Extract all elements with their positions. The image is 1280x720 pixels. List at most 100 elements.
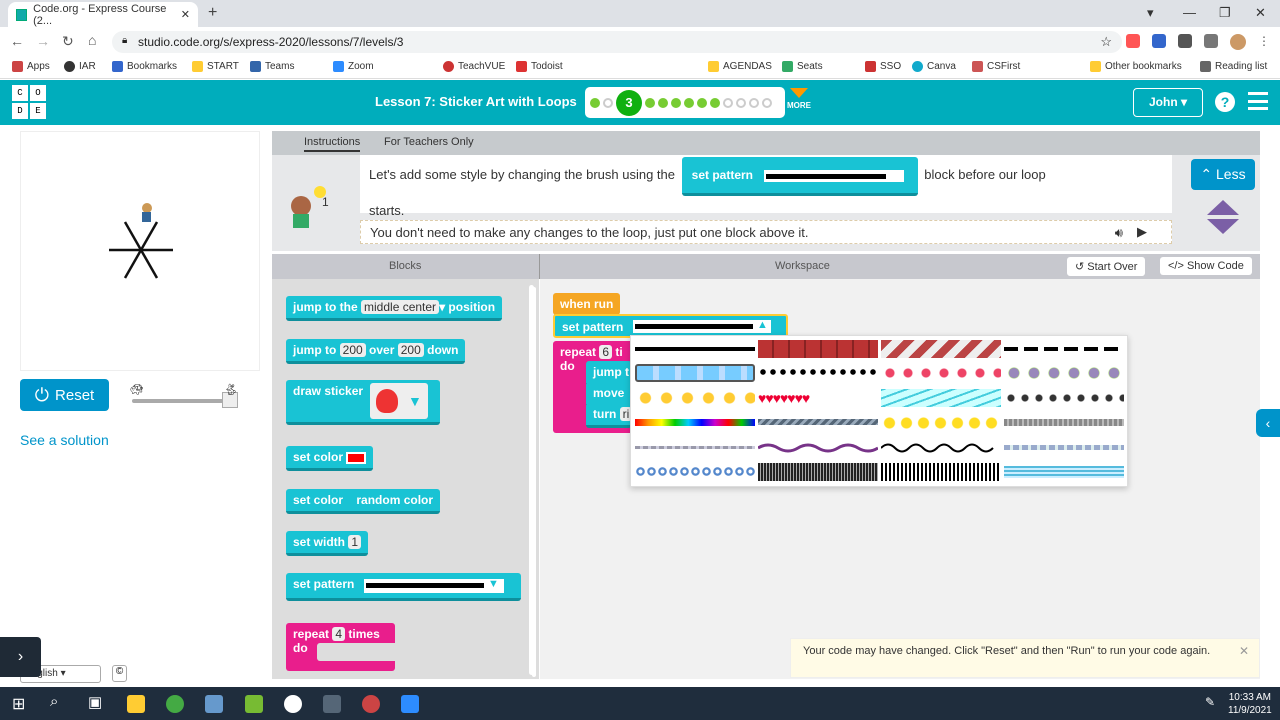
collapse-right-panel-button[interactable]: ‹ <box>1256 409 1280 437</box>
pattern-option-sunflowers[interactable] <box>635 389 755 407</box>
forward-icon[interactable]: → <box>36 33 50 49</box>
see-solution-link[interactable]: See a solution <box>20 432 109 448</box>
set-random-color-block[interactable]: set color random color <box>286 489 441 514</box>
more-button[interactable]: MORE <box>787 88 811 110</box>
pattern-option-black-wave[interactable] <box>880 439 1001 457</box>
pattern-option-light-wave[interactable] <box>635 439 755 457</box>
hamburger-menu-icon[interactable] <box>1248 92 1268 110</box>
close-tab-icon[interactable]: ✕ <box>181 8 190 21</box>
start-over-button[interactable]: ↺ Start Over <box>1067 257 1146 276</box>
bookmark-todoist[interactable]: Todoist <box>516 61 563 72</box>
bookmark-agendas[interactable]: AGENDAS <box>708 61 772 72</box>
bookmark-zoom[interactable]: Zoom <box>333 61 374 72</box>
bookmark-other[interactable]: Other bookmarks <box>1090 61 1182 72</box>
window-close-icon[interactable]: ✕ <box>1255 5 1266 21</box>
pattern-option-hearts[interactable]: ♥♥♥♥♥♥♥ <box>758 389 878 407</box>
url-field[interactable]: 🔒︎ studio.code.org/s/express-2020/lesson… <box>112 31 1122 53</box>
pattern-option-pawprints[interactable] <box>1004 389 1124 407</box>
reading-list[interactable]: Reading list <box>1200 61 1267 72</box>
jump-to-position-block[interactable]: jump to the middle center ▾ position <box>286 296 503 321</box>
pattern-dropdown[interactable]: ▼ <box>364 578 504 593</box>
pattern-option-solid[interactable] <box>635 340 755 358</box>
new-tab-icon[interactable]: + <box>208 4 217 22</box>
level-dot[interactable] <box>671 97 681 108</box>
bookmark-star-icon[interactable]: ☆ <box>1100 34 1112 50</box>
pattern-option-brick[interactable] <box>758 340 878 358</box>
pattern-option-rope[interactable] <box>758 414 878 432</box>
bookmark-sso[interactable]: SSO <box>865 61 901 72</box>
level-dot[interactable] <box>603 97 613 108</box>
show-code-button[interactable]: </> Show Code <box>1160 257 1252 275</box>
pattern-option-flowers[interactable] <box>881 364 1001 382</box>
reload-icon[interactable]: ↻ <box>62 33 74 50</box>
puzzle-icon[interactable] <box>1178 34 1192 48</box>
app-icon[interactable] <box>205 695 223 713</box>
chrome-icon[interactable] <box>166 695 184 713</box>
set-width-block[interactable]: set width 1 <box>286 531 369 556</box>
zoom-icon[interactable] <box>401 695 419 713</box>
play-icon[interactable]: ▶ <box>1137 224 1147 240</box>
pattern-option-teal-curls[interactable] <box>1004 439 1124 457</box>
reset-button[interactable]: ⏻ Reset <box>20 379 109 411</box>
pattern-option-water[interactable] <box>1004 463 1124 481</box>
pattern-option-dots[interactable] <box>758 364 878 382</box>
user-menu[interactable]: John ▾ <box>1133 88 1203 117</box>
tab-instructions[interactable]: Instructions <box>304 136 361 152</box>
app-icon[interactable] <box>284 695 302 713</box>
pattern-option-candy-stripe[interactable] <box>881 340 1001 358</box>
level-dot[interactable] <box>697 97 707 108</box>
back-icon[interactable]: ← <box>10 33 24 49</box>
sticker-dropdown[interactable]: ▼ <box>370 383 428 419</box>
current-level-dot[interactable]: 3 <box>616 89 642 116</box>
pattern-option-cyan-zigzag[interactable] <box>881 389 1001 407</box>
pattern-option-barcode-black[interactable] <box>881 463 1001 481</box>
bookmark-canva[interactable]: Canva <box>912 61 956 72</box>
bookmark-iar[interactable]: IAR <box>64 61 96 72</box>
bookmark-teams[interactable]: Teams <box>250 61 294 72</box>
chrome-active-icon[interactable] <box>362 695 380 713</box>
search-icon[interactable]: ⌕ <box>50 693 58 710</box>
pattern-option-smileys[interactable] <box>881 414 1001 432</box>
jump-to-coordinates-block[interactable]: jump to 200 over 200 down <box>286 339 466 364</box>
close-notice-icon[interactable]: ✕ <box>1239 644 1249 658</box>
task-view-icon[interactable]: ▣ <box>88 693 102 711</box>
pattern-dropdown-open[interactable]: ▲ <box>633 319 771 333</box>
color-swatch[interactable] <box>346 451 367 464</box>
browser-tab[interactable]: Code.org - Express Course (2... ✕ <box>8 2 198 27</box>
profile-avatar[interactable] <box>1230 34 1246 50</box>
minimize-icon[interactable]: — <box>1183 5 1196 20</box>
bookmark-csfirst[interactable]: CSFirst <box>972 61 1020 72</box>
level-dot[interactable] <box>736 97 746 108</box>
level-dot[interactable] <box>645 97 655 108</box>
level-dot[interactable] <box>658 97 668 108</box>
level-dot[interactable] <box>590 97 600 108</box>
speaker-icon[interactable]: 🔊︎ <box>1115 225 1123 241</box>
bookmark-start[interactable]: START <box>192 61 239 72</box>
pattern-option-blue-swirls[interactable] <box>635 463 755 481</box>
workspace-turn-block[interactable]: turn ri <box>586 403 633 428</box>
bookmark-seats[interactable]: Seats <box>782 61 823 72</box>
bookmark-bookmarks[interactable]: Bookmarks <box>112 61 177 72</box>
set-color-block[interactable]: set color <box>286 446 374 471</box>
pattern-option-diamonds[interactable] <box>635 364 755 382</box>
bookmark-apps[interactable]: Apps <box>12 61 50 72</box>
speed-slider[interactable]: 🐢︎ 🐇︎ <box>130 384 240 408</box>
workspace-scrollbar[interactable] <box>532 287 536 677</box>
bookmark-teachvue[interactable]: TeachVUE <box>443 61 505 72</box>
pattern-option-rainbow[interactable] <box>635 414 755 432</box>
level-dot[interactable] <box>749 97 759 108</box>
level-dot[interactable] <box>684 97 694 108</box>
file-explorer-icon[interactable] <box>127 695 145 713</box>
help-icon[interactable]: ? <box>1215 92 1235 112</box>
expand-sidebar-button[interactable]: › <box>0 637 41 677</box>
maximize-icon[interactable]: ❐ <box>1219 5 1231 21</box>
tab-for-teachers[interactable]: For Teachers Only <box>384 136 474 148</box>
windows-start-icon[interactable]: ⊞ <box>12 694 25 714</box>
pattern-option-barcode-gray[interactable] <box>758 463 878 481</box>
system-clock[interactable]: 10:33 AM 11/9/2021 <box>1228 691 1272 717</box>
draw-sticker-block[interactable]: draw sticker ▼ <box>286 380 440 425</box>
when-run-block[interactable]: when run <box>553 293 621 315</box>
pattern-option-purple-circles[interactable] <box>1004 364 1124 382</box>
lesson-title[interactable]: Lesson 7: Sticker Art with Loops <box>375 94 577 109</box>
calculator-icon[interactable] <box>323 695 341 713</box>
